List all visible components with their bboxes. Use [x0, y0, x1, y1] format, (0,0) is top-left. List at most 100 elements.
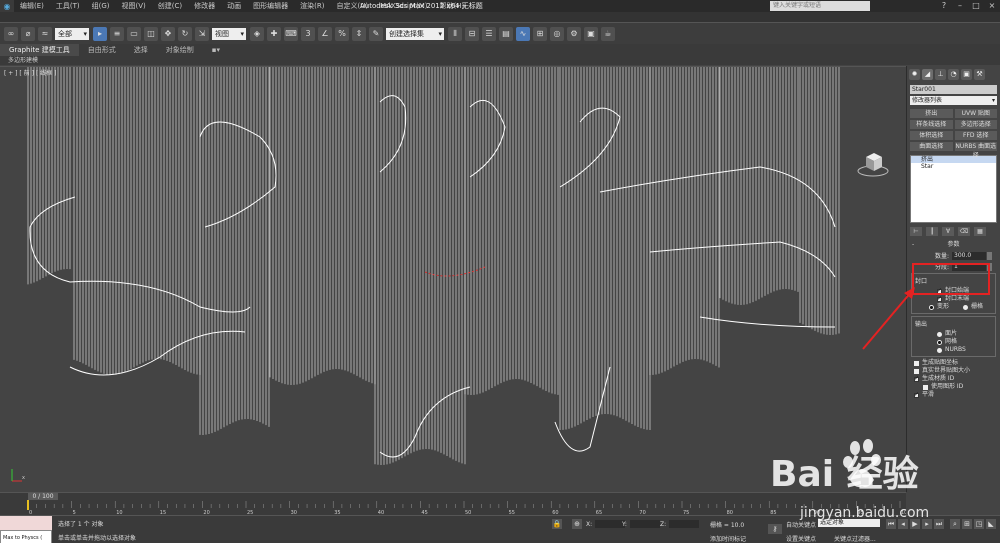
grid-radio[interactable]: [963, 304, 969, 310]
pin-stack-icon[interactable]: ⊢: [910, 227, 922, 236]
x-input[interactable]: [595, 520, 626, 528]
percent-snap-icon[interactable]: %: [335, 26, 349, 41]
select-object-icon[interactable]: ▸: [93, 26, 107, 41]
maximize-icon[interactable]: □: [968, 0, 984, 12]
ribbon-options-icon[interactable]: ▪▾: [203, 44, 229, 56]
menu-item[interactable]: 编辑(E): [14, 0, 50, 12]
configure-sets-icon[interactable]: ▦: [974, 227, 986, 236]
stack-item-star[interactable]: Star: [911, 163, 996, 170]
lock-icon[interactable]: 🔒: [552, 519, 562, 529]
smooth-checkbox[interactable]: [914, 391, 919, 399]
utilities-tab-icon[interactable]: ⚒: [974, 69, 985, 80]
modifier-stack[interactable]: 挤出 Star: [910, 155, 997, 223]
menu-item[interactable]: 渲染(R): [294, 0, 330, 12]
menu-item[interactable]: 图形编辑器: [247, 0, 294, 12]
app-logo-icon[interactable]: ◉: [0, 0, 14, 12]
window-crossing-icon[interactable]: ◫: [144, 26, 158, 41]
modifier-list-dropdown[interactable]: 修改器列表: [910, 96, 997, 105]
field-of-view-icon[interactable]: ◣: [986, 519, 996, 529]
surface-select-button[interactable]: 曲面选择: [910, 142, 953, 151]
amount-spinner[interactable]: [987, 251, 992, 260]
layer-manager-icon[interactable]: ☰: [482, 26, 496, 41]
volume-select-button[interactable]: 体积选择: [910, 131, 953, 140]
patch-radio[interactable]: [937, 331, 942, 337]
gen-mapping-checkbox[interactable]: [914, 360, 919, 366]
extrude-button[interactable]: 挤出: [910, 109, 953, 118]
hierarchy-tab-icon[interactable]: ⊥: [935, 69, 946, 80]
params-rollout-title[interactable]: 参数: [910, 240, 997, 249]
angle-snap-icon[interactable]: ∠: [318, 26, 332, 41]
nurbs-radio[interactable]: [937, 347, 942, 353]
menu-item[interactable]: 工具(T): [50, 0, 86, 12]
snap-icon[interactable]: 3: [301, 26, 315, 41]
display-tab-icon[interactable]: ▣: [961, 69, 972, 80]
object-name-field[interactable]: Star001: [910, 85, 997, 94]
menu-item[interactable]: 修改器: [188, 0, 221, 12]
nurbs-surface-select-button[interactable]: NURBS 曲面选择: [954, 142, 997, 159]
tab-freeform[interactable]: 自由形式: [79, 44, 125, 56]
make-unique-icon[interactable]: ∀: [942, 227, 954, 236]
schematic-view-icon[interactable]: ⊞: [533, 26, 547, 41]
select-manipulate-icon[interactable]: ✚: [267, 26, 281, 41]
add-time-tag[interactable]: 添加时间标记: [710, 534, 746, 543]
viewport-label[interactable]: [ + ] [ 前 ] [ 线框 ]: [4, 68, 56, 77]
material-editor-icon[interactable]: ◎: [550, 26, 564, 41]
real-world-checkbox[interactable]: [914, 368, 919, 374]
stack-item-extrude[interactable]: 挤出: [911, 156, 996, 163]
spline-select-button[interactable]: 样条线选择: [910, 120, 953, 129]
modify-tab-icon[interactable]: ◢: [922, 69, 933, 80]
tab-graphite[interactable]: Graphite 建模工具: [0, 44, 79, 56]
motion-tab-icon[interactable]: ◔: [948, 69, 959, 80]
reference-coord-dropdown[interactable]: 视图: [212, 27, 246, 40]
viewcube-icon[interactable]: [856, 147, 890, 181]
rotate-icon[interactable]: ↻: [178, 26, 192, 41]
front-viewport[interactable]: [ + ] [ 前 ] [ 线框 ] x: [0, 66, 906, 492]
remove-modifier-icon[interactable]: ⌫: [958, 227, 970, 236]
minimize-icon[interactable]: –: [952, 0, 968, 12]
ffd-select-button[interactable]: FFD 选择: [954, 131, 997, 140]
show-end-result-icon[interactable]: ┃: [926, 227, 938, 236]
tab-selection[interactable]: 选择: [125, 44, 157, 56]
graphite-toggle-icon[interactable]: ▤: [499, 26, 513, 41]
menu-item[interactable]: 视图(V): [116, 0, 152, 12]
maxscript-mini[interactable]: Max to Physcs (: [0, 530, 52, 543]
pivot-icon[interactable]: ◈: [250, 26, 264, 41]
selection-filter-dropdown[interactable]: 全部: [55, 27, 89, 40]
bind-icon[interactable]: ≈: [38, 26, 52, 41]
use-shape-id-checkbox[interactable]: [923, 384, 928, 390]
menu-item[interactable]: 创建(C): [152, 0, 188, 12]
uvw-map-button[interactable]: UVW 贴图: [954, 109, 997, 118]
cap-end-checkbox[interactable]: [937, 295, 942, 303]
menu-item[interactable]: 组(G): [86, 0, 116, 12]
help-icon[interactable]: ?: [936, 0, 952, 12]
transform-mode-icon[interactable]: ⊕: [572, 519, 582, 529]
render-icon[interactable]: ☕: [601, 26, 615, 41]
gen-matid-checkbox[interactable]: [914, 375, 919, 383]
menu-item[interactable]: 动画: [221, 0, 247, 12]
create-tab-icon[interactable]: ✹: [909, 69, 920, 80]
mesh-radio[interactable]: [937, 339, 942, 345]
edit-named-selection-icon[interactable]: ✎: [369, 26, 383, 41]
morph-radio[interactable]: [929, 304, 934, 310]
named-selection-dropdown[interactable]: 创建选择集: [386, 27, 444, 40]
unlink-icon[interactable]: ⌀: [21, 26, 35, 41]
y-input[interactable]: [629, 520, 660, 528]
align-icon[interactable]: ⊟: [465, 26, 479, 41]
render-setup-icon[interactable]: ⚙: [567, 26, 581, 41]
rect-selection-icon[interactable]: ▭: [127, 26, 141, 41]
scale-icon[interactable]: ⇲: [195, 26, 209, 41]
spinner-snap-icon[interactable]: ⇕: [352, 26, 366, 41]
keyboard-shortcut-icon[interactable]: ⌨: [284, 26, 298, 41]
z-input[interactable]: [669, 520, 700, 528]
close-icon[interactable]: ×: [984, 0, 1000, 12]
move-icon[interactable]: ✥: [161, 26, 175, 41]
mirror-icon[interactable]: ⫴: [448, 26, 462, 41]
amount-input[interactable]: 300.0: [952, 251, 986, 260]
tab-object-paint[interactable]: 对象绘制: [157, 44, 203, 56]
poly-select-button[interactable]: 多边形选择: [954, 120, 997, 129]
curve-editor-icon[interactable]: ∿: [516, 26, 530, 41]
search-input[interactable]: 键入关键字或短语: [770, 1, 870, 11]
select-by-name-icon[interactable]: ≡: [110, 26, 124, 41]
rendered-frame-icon[interactable]: ▣: [584, 26, 598, 41]
maxscript-listener[interactable]: [0, 516, 52, 530]
